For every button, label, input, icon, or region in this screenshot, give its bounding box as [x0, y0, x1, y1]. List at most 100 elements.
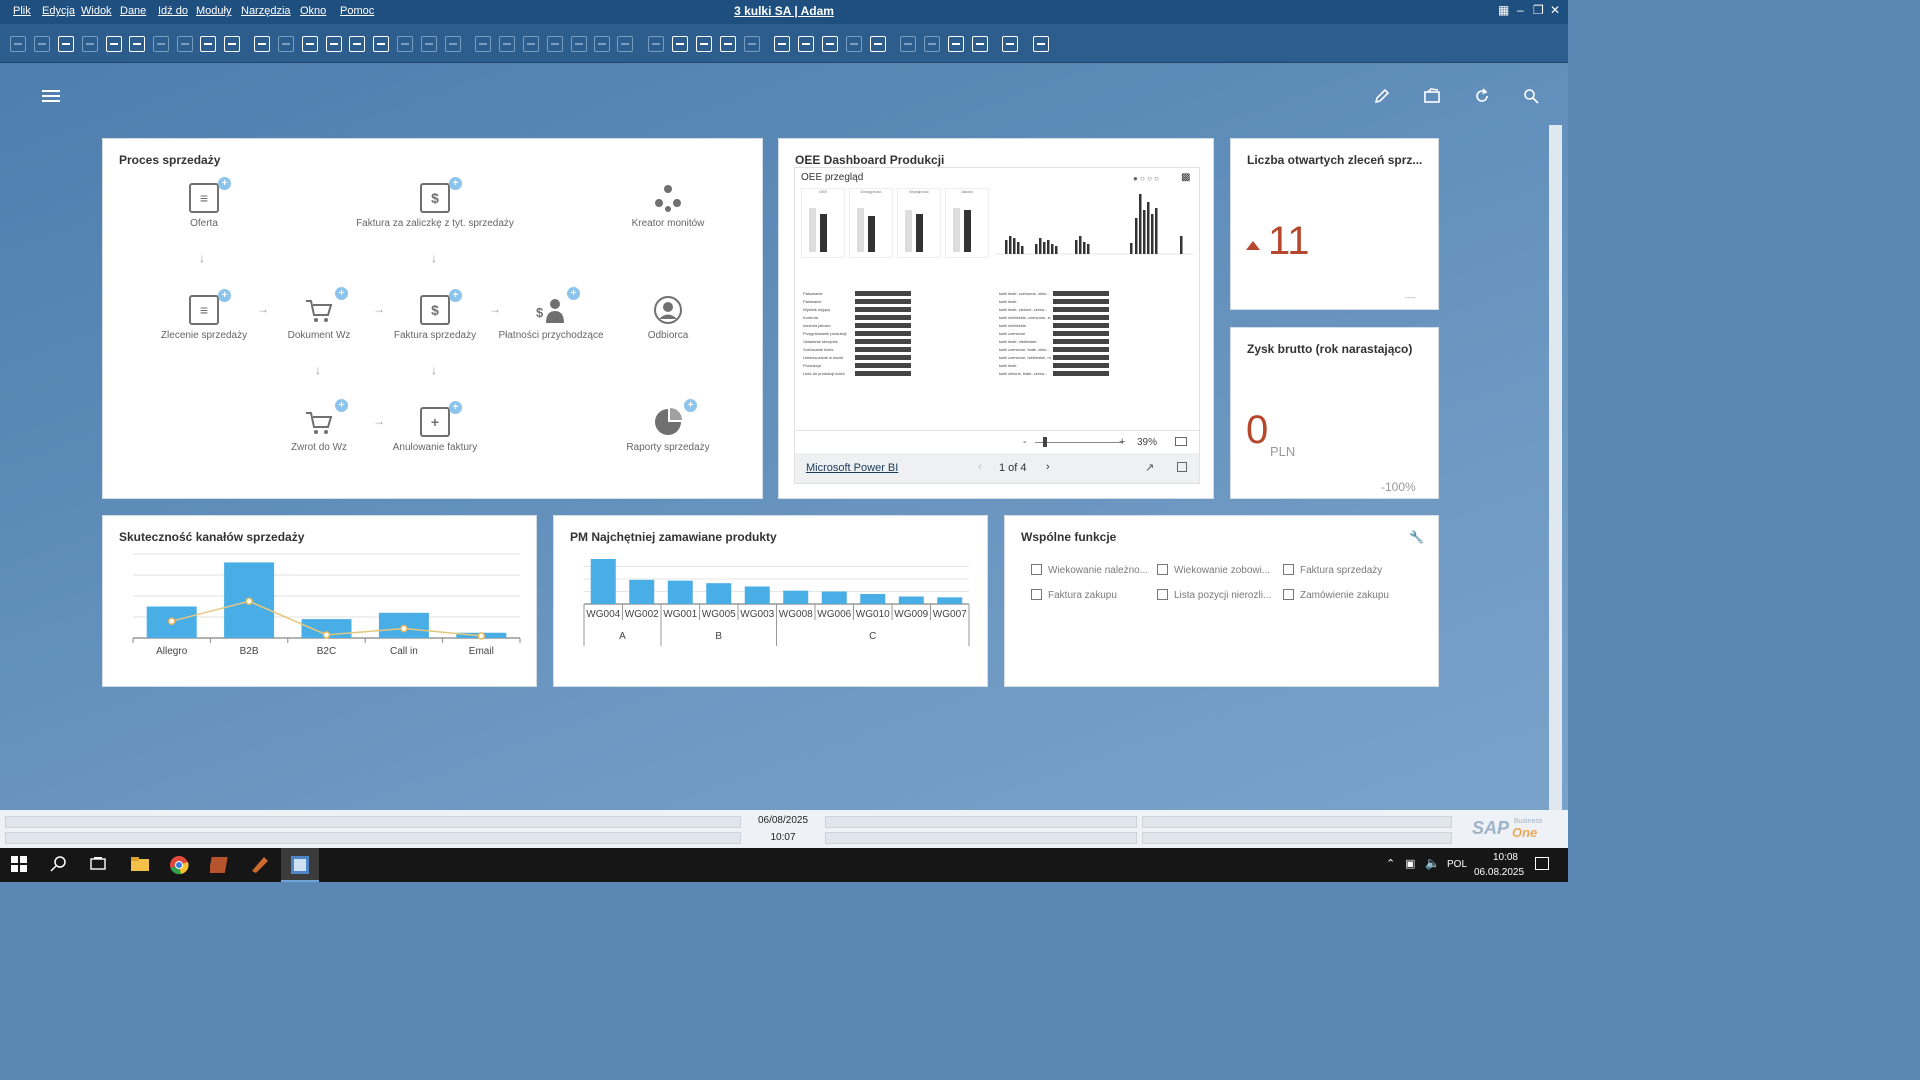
filter-icon[interactable] [421, 36, 437, 52]
add-icon[interactable]: + [449, 177, 462, 190]
refresh-record-icon[interactable] [397, 36, 413, 52]
windows-start-icon[interactable] [10, 855, 30, 875]
add-icon[interactable]: + [335, 287, 348, 300]
add-icon[interactable]: + [449, 401, 462, 414]
move-icon[interactable] [200, 36, 216, 52]
print-preview-icon[interactable] [58, 36, 74, 52]
shortcut-purchase-order[interactable]: Zamówienie zakupu [1283, 589, 1389, 601]
shortcut-purchase-invoice[interactable]: Faktura zakupu [1031, 589, 1117, 601]
user-icon[interactable] [870, 36, 886, 52]
add-icon[interactable]: + [218, 289, 231, 302]
fit-page-icon[interactable] [1175, 437, 1187, 446]
fullscreen-icon[interactable] [1177, 462, 1187, 472]
sms-icon[interactable] [106, 36, 122, 52]
add-mode-icon[interactable] [278, 36, 294, 52]
process-node-oferta[interactable]: ≡ + Oferta [139, 177, 269, 229]
add-icon[interactable]: + [218, 177, 231, 190]
export-icon[interactable] [948, 36, 964, 52]
process-node-faktura-zaliczka[interactable]: $ + Faktura za zaliczkę z tyt. sprzedaży [351, 177, 519, 229]
process-node-zlecenie[interactable]: ≡ + Zlecenie sprzedaży [139, 289, 269, 341]
restore-icon[interactable]: ❐ [1533, 3, 1544, 17]
open-orders-kpi-widget[interactable]: Liczba otwartych zleceń sprz... 11 ---- [1230, 138, 1439, 310]
process-node-anulowanie[interactable]: + + Anulowanie faktury [370, 401, 500, 453]
search-mode-icon[interactable] [254, 36, 270, 52]
shortcut-open-items[interactable]: Lista pozycji nierozli... [1157, 589, 1271, 601]
clock-date[interactable]: 06.08.2025 [1474, 867, 1524, 878]
gross-profit-icon[interactable] [547, 36, 563, 52]
process-node-raporty[interactable]: + Raporty sprzedaży [603, 399, 733, 453]
close-icon[interactable]: ✕ [1550, 3, 1560, 17]
process-node-wz[interactable]: + Dokument Wz [254, 287, 384, 341]
word-icon[interactable] [153, 36, 169, 52]
add-icon[interactable]: + [335, 399, 348, 412]
users-icon[interactable] [846, 36, 862, 52]
gross-profit-kpi-widget[interactable]: Zysk brutto (rok narastająco) 0 PLN -100… [1230, 327, 1439, 499]
powerbi-report[interactable]: OEE przegląd ● ○ ○ ○ ▩ OEE Dostępność Wy… [794, 167, 1200, 484]
shortcut-aging-payables[interactable]: Wiekowanie zobowi... [1157, 564, 1270, 576]
app-icon[interactable] [250, 855, 270, 875]
first-record-icon[interactable] [302, 36, 318, 52]
drag-relate-icon[interactable] [648, 36, 664, 52]
shortcut-sales-invoice[interactable]: Faktura sprzedaży [1283, 564, 1382, 576]
next-page-icon[interactable]: › [1046, 461, 1050, 473]
pdf-icon[interactable] [177, 36, 193, 52]
calculator-icon[interactable] [822, 36, 838, 52]
layout-icon[interactable]: ▦ [1498, 3, 1509, 17]
zoom-slider[interactable] [1035, 442, 1123, 443]
payment-means-icon[interactable] [594, 36, 610, 52]
target-document-icon[interactable] [499, 36, 515, 52]
activity-icon[interactable] [798, 36, 814, 52]
prev-page-icon[interactable]: ‹ [978, 461, 982, 473]
task-view-icon[interactable] [89, 855, 109, 875]
share-icon[interactable]: ↗ [1145, 461, 1154, 474]
add-icon[interactable]: + [449, 289, 462, 302]
base-document-icon[interactable] [475, 36, 491, 52]
excel-icon[interactable] [129, 36, 145, 52]
calendar-icon[interactable] [774, 36, 790, 52]
email-icon[interactable] [82, 36, 98, 52]
lock-icon[interactable] [900, 36, 916, 52]
zoom-slider-handle[interactable] [1043, 437, 1047, 447]
zoom-in-button[interactable]: + [1119, 436, 1125, 448]
find-icon[interactable] [10, 36, 26, 52]
pencil-icon[interactable] [1374, 88, 1390, 107]
form-settings-icon[interactable] [224, 36, 240, 52]
language-indicator[interactable]: POL [1447, 859, 1467, 870]
sap-taskbar-button[interactable] [281, 848, 319, 882]
messages-icon[interactable] [720, 36, 736, 52]
vertical-scrollbar[interactable] [1549, 125, 1562, 810]
next-record-icon[interactable] [349, 36, 365, 52]
powerbi-link[interactable]: Microsoft Power BI [806, 462, 898, 474]
add-icon[interactable]: + [567, 287, 580, 300]
sort-icon[interactable] [445, 36, 461, 52]
chevron-up-icon[interactable]: ⌃ [1386, 857, 1395, 870]
clock-time[interactable]: 10:08 [1474, 852, 1518, 863]
network-icon[interactable]: ▣ [1405, 857, 1415, 870]
minimize-icon[interactable]: – [1517, 3, 1524, 17]
edit-icon[interactable] [696, 36, 712, 52]
chrome-icon[interactable] [169, 855, 189, 875]
wrench-icon[interactable]: 🔧 [1409, 530, 1424, 544]
widget-gallery-icon[interactable] [1424, 88, 1440, 107]
process-node-platnosci[interactable]: $ + Płatności przychodzące [486, 287, 616, 341]
file-explorer-icon[interactable] [130, 855, 150, 875]
transaction-journal-icon[interactable] [523, 36, 539, 52]
add-icon[interactable]: + [684, 399, 697, 412]
hamburger-menu-icon[interactable] [42, 88, 60, 106]
app-icon[interactable] [208, 855, 230, 875]
alerts-icon[interactable] [744, 36, 760, 52]
process-node-zwrot[interactable]: + Zwrot do Wz [254, 399, 384, 453]
signature-icon[interactable] [972, 36, 988, 52]
process-node-kreator[interactable]: Kreator monitów [603, 183, 733, 229]
print-icon[interactable] [34, 36, 50, 52]
search-icon[interactable] [1523, 88, 1539, 107]
shortcut-aging-receivables[interactable]: Wiekowanie należno... [1031, 564, 1148, 576]
last-record-icon[interactable] [373, 36, 389, 52]
volume-icon[interactable]: 🔈 [1425, 856, 1440, 870]
search-icon[interactable] [50, 855, 70, 875]
windows-icon[interactable] [924, 36, 940, 52]
exchange-rates-icon[interactable] [617, 36, 633, 52]
payment-icon[interactable] [571, 36, 587, 52]
help-icon[interactable] [1033, 36, 1049, 52]
web-icon[interactable] [1002, 36, 1018, 52]
